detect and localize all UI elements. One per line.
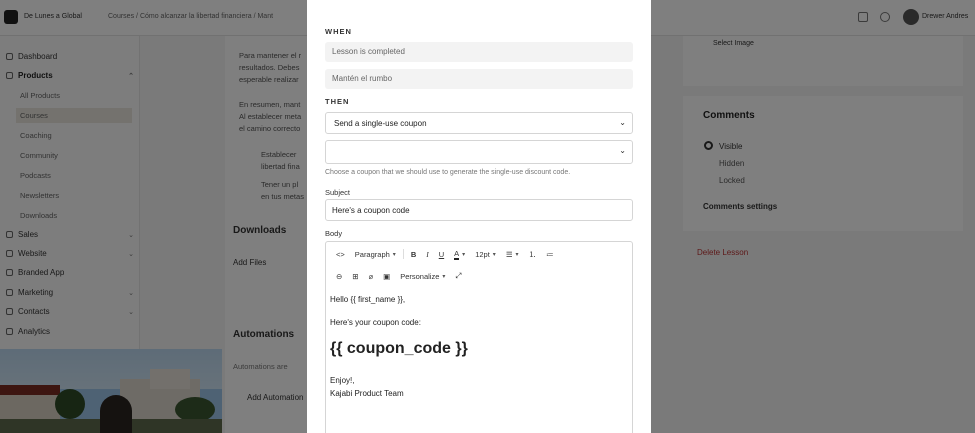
action-select[interactable]: Send a single-use coupon ⌄ xyxy=(325,112,633,134)
automation-modal: WHEN Lesson is completed Mantén el rumbo… xyxy=(307,0,651,433)
italic-button[interactable]: I xyxy=(421,250,434,259)
expand-icon: ⤢ xyxy=(455,271,462,280)
unordered-list-button[interactable]: ≔ xyxy=(541,250,559,259)
caret-down-icon: ▾ xyxy=(462,251,466,258)
text-color-icon: A xyxy=(454,248,460,260)
ordered-list-button[interactable]: ⒈ xyxy=(524,249,542,260)
email-coupon-code: {{ coupon_code }} xyxy=(330,340,468,357)
coupon-select[interactable]: ⌄ xyxy=(325,140,633,164)
bold-button[interactable]: B xyxy=(406,250,421,259)
when-target-field[interactable]: Mantén el rumbo xyxy=(325,69,633,89)
image-icon: ▣ xyxy=(383,271,391,281)
chevron-down-icon: ⌄ xyxy=(619,146,626,155)
link-icon: ⊖ xyxy=(336,271,343,281)
then-label: THEN xyxy=(325,97,350,106)
font-size-label: 12pt xyxy=(475,249,490,259)
caret-down-icon: ▾ xyxy=(392,251,396,258)
ordered-list-icon: ⒈ xyxy=(528,249,537,259)
email-intro: Here's your coupon code: xyxy=(330,318,421,327)
coupon-help-text: Choose a coupon that we should use to ge… xyxy=(325,169,571,176)
subject-label: Subject xyxy=(325,188,351,197)
caret-down-icon: ▾ xyxy=(515,251,519,258)
caret-down-icon: ▾ xyxy=(492,251,496,258)
code-view-button[interactable]: <> xyxy=(331,250,350,259)
when-label: WHEN xyxy=(325,27,352,36)
caret-down-icon: ▾ xyxy=(442,273,446,280)
editor-toolbar-row-2: ⊖ ⊞ ⌀ ▣ Personalize ▾ ⤢ xyxy=(326,265,632,287)
font-size-dropdown[interactable]: 12pt ▾ xyxy=(470,250,501,259)
email-signature: Kajabi Product Team xyxy=(330,389,404,398)
plus-box-icon: ⊞ xyxy=(352,271,359,281)
text-color-dropdown[interactable]: A ▾ xyxy=(449,249,470,260)
insert-button[interactable]: ⊞ xyxy=(347,272,363,281)
image-button[interactable]: ▣ xyxy=(378,272,395,281)
unordered-list-icon: ≔ xyxy=(546,249,554,259)
body-editor[interactable]: <> Paragraph ▾ B I U A ▾ 12pt ▾ ☰ ▾ ⒈ ≔ ⊖ ⊞ … xyxy=(325,241,633,433)
chevron-down-icon: ⌄ xyxy=(619,118,626,127)
paragraph-dropdown[interactable]: Paragraph ▾ xyxy=(350,250,401,259)
body-label: Body xyxy=(325,229,343,238)
fullscreen-button[interactable]: ⤢ xyxy=(450,271,466,281)
underline-button[interactable]: U xyxy=(434,250,449,259)
paragraph-dropdown-label: Paragraph xyxy=(354,249,390,259)
editor-toolbar-row-1: <> Paragraph ▾ B I U A ▾ 12pt ▾ ☰ ▾ ⒈ ≔ xyxy=(326,243,632,265)
paperclip-icon: ⌀ xyxy=(368,271,374,281)
personalize-dropdown[interactable]: Personalize ▾ xyxy=(395,272,450,281)
email-closing: Enjoy!, xyxy=(330,376,355,385)
email-greeting: Hello {{ first_name }}, xyxy=(330,295,406,304)
when-trigger-field[interactable]: Lesson is completed xyxy=(325,42,633,62)
align-dropdown[interactable]: ☰ ▾ xyxy=(501,250,524,259)
attachment-button[interactable]: ⌀ xyxy=(364,272,379,281)
subject-input[interactable]: Here's a coupon code xyxy=(325,199,633,221)
personalize-label: Personalize xyxy=(400,271,440,281)
action-select-value: Send a single-use coupon xyxy=(334,119,427,128)
align-left-icon: ☰ xyxy=(505,249,513,259)
link-button[interactable]: ⊖ xyxy=(331,272,347,281)
toolbar-divider xyxy=(402,249,404,259)
